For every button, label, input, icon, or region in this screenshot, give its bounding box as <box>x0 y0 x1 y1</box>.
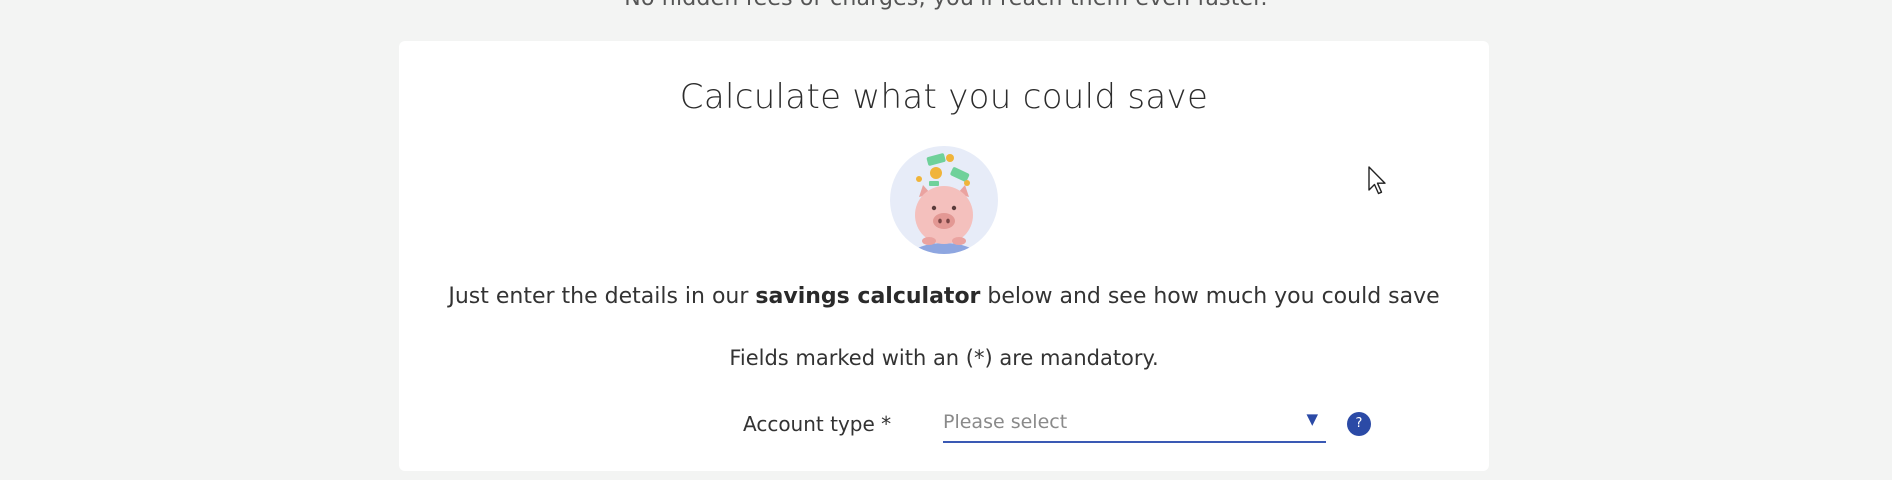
calculator-intro: Just enter the details in our savings ca… <box>399 284 1489 309</box>
chevron-down-icon: ▼ <box>1306 410 1318 428</box>
help-icon[interactable]: ? <box>1347 412 1371 436</box>
mandatory-note: Fields marked with an (*) are mandatory. <box>729 346 1159 370</box>
calculator-title: Calculate what you could save <box>679 77 1209 117</box>
intro-text-bold: savings calculator <box>755 284 981 309</box>
mouse-cursor-icon <box>1368 166 1386 195</box>
account-type-label: Account type * <box>743 412 892 436</box>
intro-text-start: Just enter the details in our <box>448 284 756 309</box>
account-type-select[interactable]: Please select ▼ <box>943 407 1326 443</box>
piggy-bank-icon <box>889 145 999 255</box>
previous-section-text: No hidden fees or charges, you'll reach … <box>0 0 1892 11</box>
savings-calculator-card: Calculate what you could save Just enter… <box>399 41 1489 471</box>
intro-text-end: below and see how much you could save <box>980 284 1440 309</box>
account-type-placeholder: Please select <box>943 411 1068 433</box>
